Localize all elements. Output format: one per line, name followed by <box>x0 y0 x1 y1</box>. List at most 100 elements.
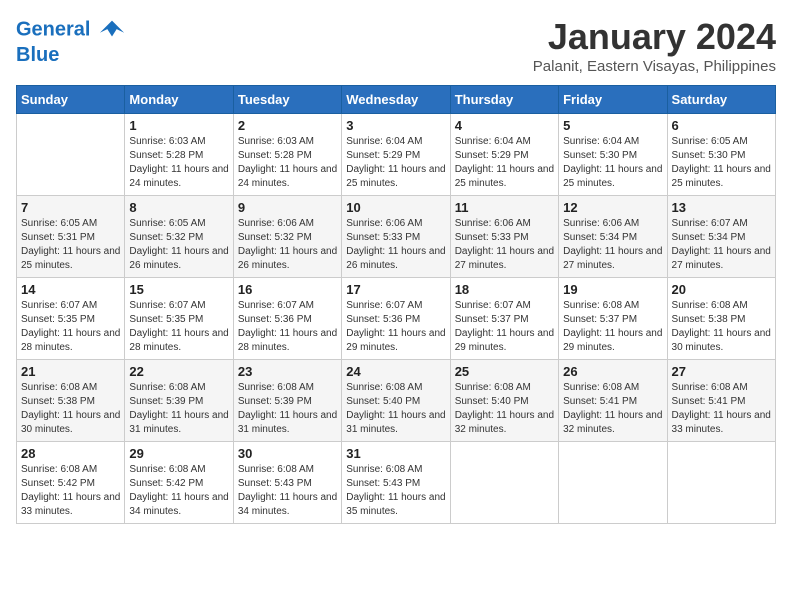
day-cell: 11Sunrise: 6:06 AMSunset: 5:33 PMDayligh… <box>450 196 558 278</box>
day-cell <box>559 442 667 524</box>
day-cell: 2 Sunrise: 6:03 AMSunset: 5:28 PMDaylight… <box>233 114 341 196</box>
day-cell: 18Sunrise: 6:07 AMSunset: 5:37 PMDayligh… <box>450 278 558 360</box>
day-detail: Sunrise: 6:07 AMSunset: 5:35 PMDaylight:… <box>21 299 120 355</box>
week-row-0: 1 Sunrise: 6:03 AMSunset: 5:28 PMDaylight… <box>17 114 776 196</box>
day-cell: 27 Sunrise: 6:08 AMSunset: 5:41 PMDayligh… <box>667 360 775 442</box>
day-cell: 14Sunrise: 6:07 AMSunset: 5:35 PMDayligh… <box>17 278 125 360</box>
page-header: General Blue January 2024 Palanit, Easte… <box>16 16 776 75</box>
day-number: 26 <box>563 364 662 379</box>
day-cell: 7 Sunrise: 6:05 AMSunset: 5:31 PMDaylight… <box>17 196 125 278</box>
header-tuesday: Tuesday <box>233 86 341 114</box>
day-number: 12 <box>563 200 662 215</box>
day-detail: Sunrise: 6:08 AMSunset: 5:41 PMDaylight:… <box>563 381 662 437</box>
day-cell: 8 Sunrise: 6:05 AMSunset: 5:32 PMDaylight… <box>125 196 233 278</box>
day-number: 28 <box>21 446 120 461</box>
day-detail: Sunrise: 6:08 AMSunset: 5:42 PMDaylight:… <box>129 463 228 519</box>
day-cell: 31 Sunrise: 6:08 AMSunset: 5:43 PMDayligh… <box>342 442 450 524</box>
day-cell: 26 Sunrise: 6:08 AMSunset: 5:41 PMDayligh… <box>559 360 667 442</box>
day-cell: 1 Sunrise: 6:03 AMSunset: 5:28 PMDaylight… <box>125 114 233 196</box>
day-number: 3 <box>346 118 445 133</box>
day-cell: 15Sunrise: 6:07 AMSunset: 5:35 PMDayligh… <box>125 278 233 360</box>
day-detail: Sunrise: 6:04 AMSunset: 5:29 PMDaylight:… <box>346 135 445 191</box>
day-number: 17 <box>346 282 445 297</box>
day-number: 2 <box>238 118 337 133</box>
day-number: 1 <box>129 118 228 133</box>
day-detail: Sunrise: 6:08 AMSunset: 5:38 PMDaylight:… <box>672 299 771 355</box>
header-friday: Friday <box>559 86 667 114</box>
day-detail: Sunrise: 6:03 AMSunset: 5:28 PMDaylight:… <box>238 135 337 191</box>
day-cell <box>17 114 125 196</box>
logo-blue: Blue <box>16 44 126 66</box>
calendar-body: 1 Sunrise: 6:03 AMSunset: 5:28 PMDaylight… <box>17 114 776 524</box>
day-number: 8 <box>129 200 228 215</box>
day-number: 23 <box>238 364 337 379</box>
day-detail: Sunrise: 6:07 AMSunset: 5:36 PMDaylight:… <box>346 299 445 355</box>
calendar-header-row: SundayMondayTuesdayWednesdayThursdayFrid… <box>17 86 776 114</box>
day-detail: Sunrise: 6:07 AMSunset: 5:35 PMDaylight:… <box>129 299 228 355</box>
day-detail: Sunrise: 6:06 AMSunset: 5:32 PMDaylight:… <box>238 217 337 273</box>
day-number: 4 <box>455 118 554 133</box>
day-detail: Sunrise: 6:08 AMSunset: 5:40 PMDaylight:… <box>455 381 554 437</box>
day-detail: Sunrise: 6:07 AMSunset: 5:37 PMDaylight:… <box>455 299 554 355</box>
day-detail: Sunrise: 6:08 AMSunset: 5:41 PMDaylight:… <box>672 381 771 437</box>
header-monday: Monday <box>125 86 233 114</box>
day-detail: Sunrise: 6:06 AMSunset: 5:34 PMDaylight:… <box>563 217 662 273</box>
day-detail: Sunrise: 6:08 AMSunset: 5:42 PMDaylight:… <box>21 463 120 519</box>
day-cell: 9 Sunrise: 6:06 AMSunset: 5:32 PMDaylight… <box>233 196 341 278</box>
day-number: 31 <box>346 446 445 461</box>
day-cell: 20 Sunrise: 6:08 AMSunset: 5:38 PMDayligh… <box>667 278 775 360</box>
day-detail: Sunrise: 6:04 AMSunset: 5:30 PMDaylight:… <box>563 135 662 191</box>
week-row-1: 7 Sunrise: 6:05 AMSunset: 5:31 PMDaylight… <box>17 196 776 278</box>
logo: General Blue <box>16 16 126 66</box>
day-detail: Sunrise: 6:08 AMSunset: 5:43 PMDaylight:… <box>346 463 445 519</box>
day-number: 11 <box>455 200 554 215</box>
day-detail: Sunrise: 6:05 AMSunset: 5:32 PMDaylight:… <box>129 217 228 273</box>
day-number: 30 <box>238 446 337 461</box>
day-cell: 17 Sunrise: 6:07 AMSunset: 5:36 PMDayligh… <box>342 278 450 360</box>
day-cell: 5 Sunrise: 6:04 AMSunset: 5:30 PMDaylight… <box>559 114 667 196</box>
location: Palanit, Eastern Visayas, Philippines <box>533 58 776 75</box>
day-detail: Sunrise: 6:07 AMSunset: 5:36 PMDaylight:… <box>238 299 337 355</box>
day-detail: Sunrise: 6:08 AMSunset: 5:43 PMDaylight:… <box>238 463 337 519</box>
day-number: 22 <box>129 364 228 379</box>
day-cell: 12 Sunrise: 6:06 AMSunset: 5:34 PMDayligh… <box>559 196 667 278</box>
week-row-2: 14Sunrise: 6:07 AMSunset: 5:35 PMDayligh… <box>17 278 776 360</box>
day-number: 20 <box>672 282 771 297</box>
day-number: 16 <box>238 282 337 297</box>
day-number: 24 <box>346 364 445 379</box>
day-detail: Sunrise: 6:05 AMSunset: 5:30 PMDaylight:… <box>672 135 771 191</box>
day-number: 25 <box>455 364 554 379</box>
week-row-4: 28 Sunrise: 6:08 AMSunset: 5:42 PMDayligh… <box>17 442 776 524</box>
day-number: 5 <box>563 118 662 133</box>
day-detail: Sunrise: 6:04 AMSunset: 5:29 PMDaylight:… <box>455 135 554 191</box>
day-number: 13 <box>672 200 771 215</box>
day-number: 21 <box>21 364 120 379</box>
day-cell: 10Sunrise: 6:06 AMSunset: 5:33 PMDayligh… <box>342 196 450 278</box>
day-detail: Sunrise: 6:03 AMSunset: 5:28 PMDaylight:… <box>129 135 228 191</box>
day-cell <box>450 442 558 524</box>
day-number: 29 <box>129 446 228 461</box>
day-cell: 24 Sunrise: 6:08 AMSunset: 5:40 PMDayligh… <box>342 360 450 442</box>
day-number: 7 <box>21 200 120 215</box>
day-number: 27 <box>672 364 771 379</box>
day-detail: Sunrise: 6:08 AMSunset: 5:40 PMDaylight:… <box>346 381 445 437</box>
day-number: 19 <box>563 282 662 297</box>
logo-bird-icon <box>98 16 126 44</box>
day-number: 9 <box>238 200 337 215</box>
day-detail: Sunrise: 6:08 AMSunset: 5:39 PMDaylight:… <box>129 381 228 437</box>
day-cell: 13Sunrise: 6:07 AMSunset: 5:34 PMDayligh… <box>667 196 775 278</box>
day-cell <box>667 442 775 524</box>
day-cell: 4 Sunrise: 6:04 AMSunset: 5:29 PMDaylight… <box>450 114 558 196</box>
week-row-3: 21Sunrise: 6:08 AMSunset: 5:38 PMDayligh… <box>17 360 776 442</box>
day-cell: 28 Sunrise: 6:08 AMSunset: 5:42 PMDayligh… <box>17 442 125 524</box>
day-detail: Sunrise: 6:08 AMSunset: 5:37 PMDaylight:… <box>563 299 662 355</box>
day-cell: 25 Sunrise: 6:08 AMSunset: 5:40 PMDayligh… <box>450 360 558 442</box>
day-cell: 23Sunrise: 6:08 AMSunset: 5:39 PMDayligh… <box>233 360 341 442</box>
day-cell: 3 Sunrise: 6:04 AMSunset: 5:29 PMDaylight… <box>342 114 450 196</box>
header-saturday: Saturday <box>667 86 775 114</box>
day-cell: 19 Sunrise: 6:08 AMSunset: 5:37 PMDayligh… <box>559 278 667 360</box>
day-detail: Sunrise: 6:05 AMSunset: 5:31 PMDaylight:… <box>21 217 120 273</box>
month-title: January 2024 <box>533 16 776 58</box>
day-cell: 29 Sunrise: 6:08 AMSunset: 5:42 PMDayligh… <box>125 442 233 524</box>
header-sunday: Sunday <box>17 86 125 114</box>
